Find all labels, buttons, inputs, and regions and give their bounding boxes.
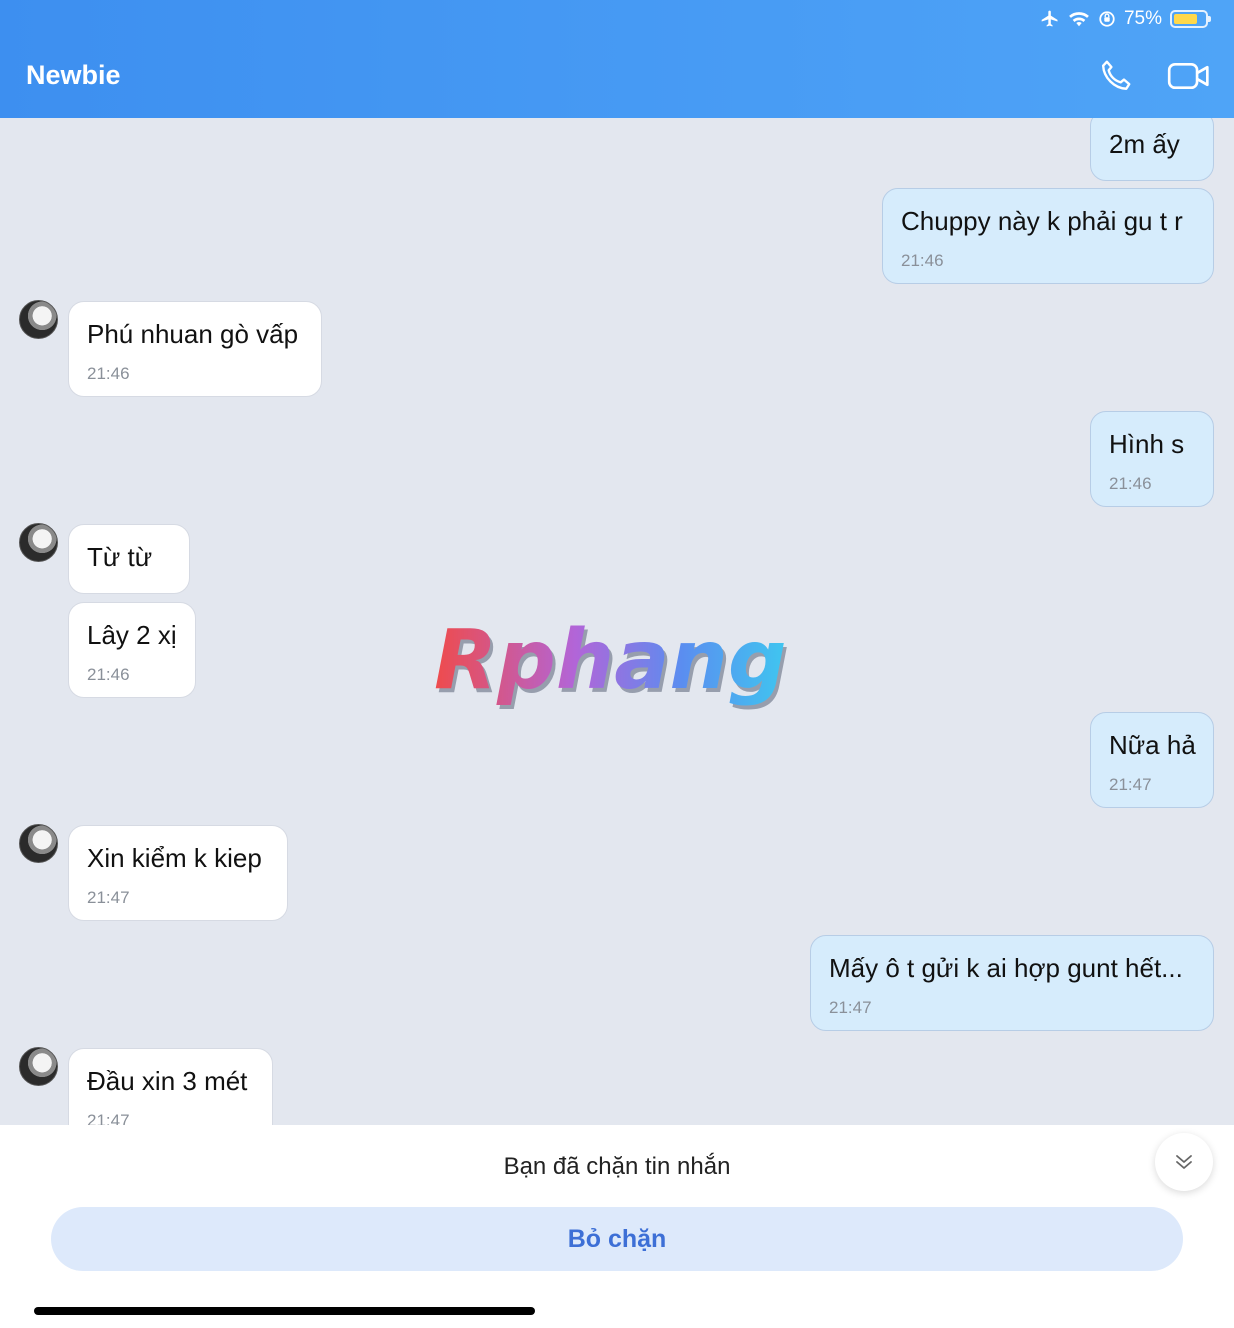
message-time: 21:46 xyxy=(901,251,944,270)
phone-icon[interactable] xyxy=(1097,58,1133,94)
message-text: Mấy ô t gửi k ai hợp gunt hết... xyxy=(829,953,1183,983)
message-text: Phú nhuan gò vấp xyxy=(87,319,299,349)
blocked-notice: Bạn đã chặn tin nhắn xyxy=(503,1153,731,1180)
home-indicator[interactable] xyxy=(34,1307,535,1315)
message-time: 21:47 xyxy=(829,998,872,1017)
unblock-button[interactable]: Bỏ chặn xyxy=(51,1207,1183,1271)
battery-icon xyxy=(1170,10,1211,28)
message-text: Từ từ xyxy=(87,542,153,572)
message-bubble[interactable]: Đầu xin 3 mét 21:47 xyxy=(68,1048,273,1125)
avatar[interactable] xyxy=(19,300,58,339)
message-text: Hình s xyxy=(1109,429,1185,459)
avatar[interactable] xyxy=(19,523,58,562)
message-bubble[interactable]: Chuppy này k phải gu t r 21:46 xyxy=(882,188,1214,284)
battery-level-fill xyxy=(1174,14,1197,24)
message-bubble[interactable]: Mấy ô t gửi k ai hợp gunt hết... 21:47 xyxy=(810,935,1214,1031)
message-text: Nữa hả xyxy=(1109,730,1196,760)
message-time: 21:47 xyxy=(87,1111,130,1125)
message-time: 21:46 xyxy=(87,665,130,684)
message-time: 21:46 xyxy=(87,364,130,383)
wifi-icon xyxy=(1069,12,1089,27)
contact-name[interactable]: Newbie xyxy=(26,60,121,91)
message-bubble[interactable]: Lây 2 xị 21:46 xyxy=(68,602,196,698)
app-header: 75% Newbie xyxy=(0,0,1234,118)
message-text: Chuppy này k phải gu t r xyxy=(901,206,1183,236)
message-text: Xin kiểm k kiep xyxy=(87,843,262,873)
message-list[interactable]: 2m ấy Chuppy này k phải gu t r 21:46 Phú… xyxy=(0,118,1234,1125)
blocked-footer: Bạn đã chặn tin nhắn Bỏ chặn xyxy=(0,1125,1234,1328)
watermark-logo: Rphang Rphang xyxy=(434,618,790,712)
message-bubble[interactable]: Phú nhuan gò vấp 21:46 xyxy=(68,301,322,397)
message-text: Đầu xin 3 mét xyxy=(87,1066,248,1096)
message-bubble[interactable]: 2m ấy xyxy=(1090,118,1214,181)
message-text: Lây 2 xị xyxy=(87,620,177,650)
message-bubble[interactable]: Hình s 21:46 xyxy=(1090,411,1214,507)
status-bar: 75% xyxy=(1040,6,1211,32)
avatar[interactable] xyxy=(19,824,58,863)
message-bubble[interactable]: Nữa hả 21:47 xyxy=(1090,712,1214,808)
message-time: 21:47 xyxy=(1109,775,1152,794)
airplane-icon xyxy=(1041,10,1058,27)
orientation-lock-icon xyxy=(1099,11,1115,27)
scroll-to-bottom-button[interactable] xyxy=(1155,1133,1213,1191)
message-bubble[interactable]: Từ từ xyxy=(68,524,190,594)
double-chevron-down-icon xyxy=(1176,1155,1192,1169)
watermark-text: Rphang xyxy=(434,618,787,708)
video-call-icon[interactable] xyxy=(1167,58,1211,94)
message-bubble[interactable]: Xin kiểm k kiep 21:47 xyxy=(68,825,288,921)
message-time: 21:47 xyxy=(87,888,130,907)
message-time: 21:46 xyxy=(1109,474,1152,493)
message-text: 2m ấy xyxy=(1109,129,1180,159)
avatar[interactable] xyxy=(19,1047,58,1086)
battery-percent: 75% xyxy=(1123,8,1162,29)
